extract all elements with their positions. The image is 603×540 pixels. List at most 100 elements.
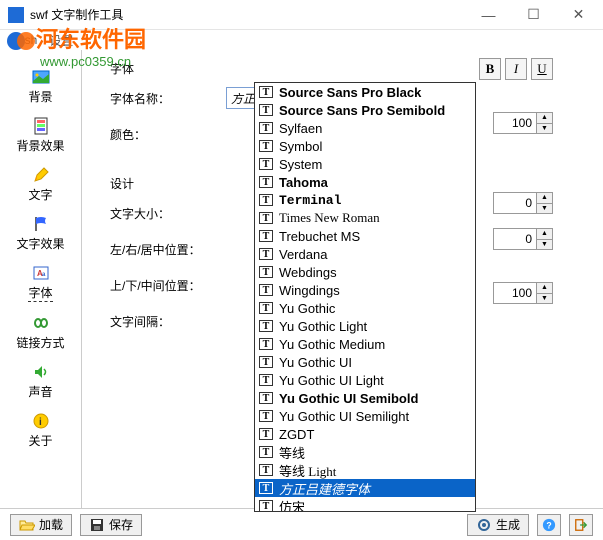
chevron-up-icon[interactable]: ▲ <box>537 229 552 240</box>
font-option-label: Wingdings <box>279 283 340 298</box>
bottom-toolbar: 加载 保存 生成 ? <box>0 508 603 540</box>
speaker-icon <box>32 363 50 381</box>
sidebar: 背景 背景效果 文字 文字效果 Aa 字体 链接方式 声音 i 关于 <box>0 50 82 508</box>
font-option[interactable]: T Yu Gothic Light <box>255 317 475 335</box>
image-icon <box>32 68 50 86</box>
font-option[interactable]: TTerminal <box>255 191 475 209</box>
font-dropdown-list[interactable]: TSource Sans Pro BlackTSource Sans Pro S… <box>254 82 476 512</box>
spinner-1-input[interactable] <box>494 113 536 133</box>
sidebar-item-sound[interactable]: 声音 <box>0 361 81 402</box>
font-option[interactable]: TYu Gothic <box>255 299 475 317</box>
minimize-button[interactable]: — <box>466 0 511 30</box>
label-color: 颜色： <box>110 126 226 143</box>
sidebar-item-text-effect[interactable]: 文字效果 <box>0 213 81 254</box>
sidebar-item-background-effect[interactable]: 背景效果 <box>0 115 81 156</box>
font-option[interactable]: T Symbol <box>255 137 475 155</box>
spinner-2[interactable]: ▲▼ <box>493 192 553 214</box>
font-option-label: Trebuchet MS <box>279 229 360 244</box>
close-button[interactable]: ✕ <box>556 0 601 30</box>
sidebar-item-label: 文字 <box>28 186 52 203</box>
underline-button[interactable]: U <box>531 58 553 80</box>
load-button[interactable]: 加载 <box>10 514 72 536</box>
font-option[interactable]: T Trebuchet MS <box>255 227 475 245</box>
font-option-label: Yu Gothic Light <box>279 319 367 334</box>
menu-settings[interactable]: 设置 <box>49 32 73 49</box>
sidebar-item-font[interactable]: Aa 字体 <box>0 262 81 304</box>
label-font-size: 文字大小： <box>110 205 226 222</box>
font-type-icon: T <box>259 356 273 368</box>
font-type-icon: T <box>259 230 273 242</box>
font-type-icon: T <box>259 392 273 404</box>
font-option[interactable]: TSylfaen <box>255 119 475 137</box>
maximize-button[interactable]: ☐ <box>511 0 556 30</box>
font-option[interactable]: T Yu Gothic Medium <box>255 335 475 353</box>
font-option-label: Yu Gothic UI Light <box>279 373 384 388</box>
sidebar-item-background[interactable]: 背景 <box>0 66 81 107</box>
font-option[interactable]: TYu Gothic UI Light <box>255 371 475 389</box>
font-option-label: 方正吕建德字体 <box>279 479 370 498</box>
font-type-icon: T <box>259 284 273 296</box>
save-icon <box>89 517 105 533</box>
font-option[interactable]: TYu Gothic UI Semilight <box>255 407 475 425</box>
exit-button[interactable] <box>569 514 593 536</box>
label-halign: 左/右/居中位置： <box>110 241 226 258</box>
font-option[interactable]: TTimes New Roman <box>255 209 475 227</box>
font-option[interactable]: T Wingdings <box>255 281 475 299</box>
font-option-label: Sylfaen <box>279 121 322 136</box>
font-type-icon: T <box>259 140 273 152</box>
chevron-down-icon[interactable]: ▼ <box>537 204 552 214</box>
sidebar-item-link[interactable]: 链接方式 <box>0 312 81 353</box>
font-option[interactable]: TVerdana <box>255 245 475 263</box>
chevron-down-icon[interactable]: ▼ <box>537 124 552 134</box>
spinner-4-input[interactable] <box>494 283 536 303</box>
chevron-up-icon[interactable]: ▲ <box>537 113 552 124</box>
spinner-2-input[interactable] <box>494 193 536 213</box>
chevron-down-icon[interactable]: ▼ <box>537 294 552 304</box>
spinner-3-input[interactable] <box>494 229 536 249</box>
folder-open-icon <box>19 517 35 533</box>
font-option[interactable]: TSystem <box>255 155 475 173</box>
sidebar-item-about[interactable]: i 关于 <box>0 410 81 451</box>
spinner-4[interactable]: ▲▼ <box>493 282 553 304</box>
font-option[interactable]: TYu Gothic UI Semibold <box>255 389 475 407</box>
font-option[interactable]: TSource Sans Pro Semibold <box>255 101 475 119</box>
font-type-icon: T <box>259 320 273 332</box>
font-option[interactable]: TYu Gothic UI <box>255 353 475 371</box>
font-option[interactable]: TZGDT <box>255 425 475 443</box>
font-option[interactable]: T等线 Light <box>255 461 475 479</box>
label-valign: 上/下/中间位置： <box>110 277 226 294</box>
font-type-icon: T <box>259 248 273 260</box>
font-type-icon: T <box>259 104 273 116</box>
font-type-icon: T <box>259 428 273 440</box>
font-option[interactable]: TTahoma <box>255 173 475 191</box>
font-type-icon: T <box>259 194 273 206</box>
font-option[interactable]: TSource Sans Pro Black <box>255 83 475 101</box>
font-option[interactable]: T等线 <box>255 443 475 461</box>
font-option-label: Yu Gothic Medium <box>279 337 385 352</box>
chevron-down-icon[interactable]: ▼ <box>537 240 552 250</box>
bold-button[interactable]: B <box>479 58 501 80</box>
menu-bar: Flash 设置 <box>0 30 603 50</box>
app-icon <box>8 7 24 23</box>
font-option[interactable]: T仿宋 <box>255 497 475 512</box>
font-option-label: Tahoma <box>279 175 328 190</box>
font-option-label: 等线 <box>279 443 305 462</box>
font-option-label: Symbol <box>279 139 322 154</box>
font-option[interactable]: T方正吕建德字体 <box>255 479 475 497</box>
menu-flash[interactable]: Flash <box>8 33 37 47</box>
italic-button[interactable]: I <box>505 58 527 80</box>
font-type-icon: T <box>259 338 273 350</box>
font-type-icon: T <box>259 302 273 314</box>
spinner-1[interactable]: ▲▼ <box>493 112 553 134</box>
save-button[interactable]: 保存 <box>80 514 142 536</box>
font-option[interactable]: TWebdings <box>255 263 475 281</box>
font-option-label: 仿宋 <box>279 497 305 513</box>
sidebar-item-text[interactable]: 文字 <box>0 164 81 205</box>
font-option-label: System <box>279 157 322 172</box>
chevron-up-icon[interactable]: ▲ <box>537 193 552 204</box>
svg-text:i: i <box>39 417 42 428</box>
generate-button[interactable]: 生成 <box>467 514 529 536</box>
spinner-3[interactable]: ▲▼ <box>493 228 553 250</box>
chevron-up-icon[interactable]: ▲ <box>537 283 552 294</box>
help-button[interactable]: ? <box>537 514 561 536</box>
